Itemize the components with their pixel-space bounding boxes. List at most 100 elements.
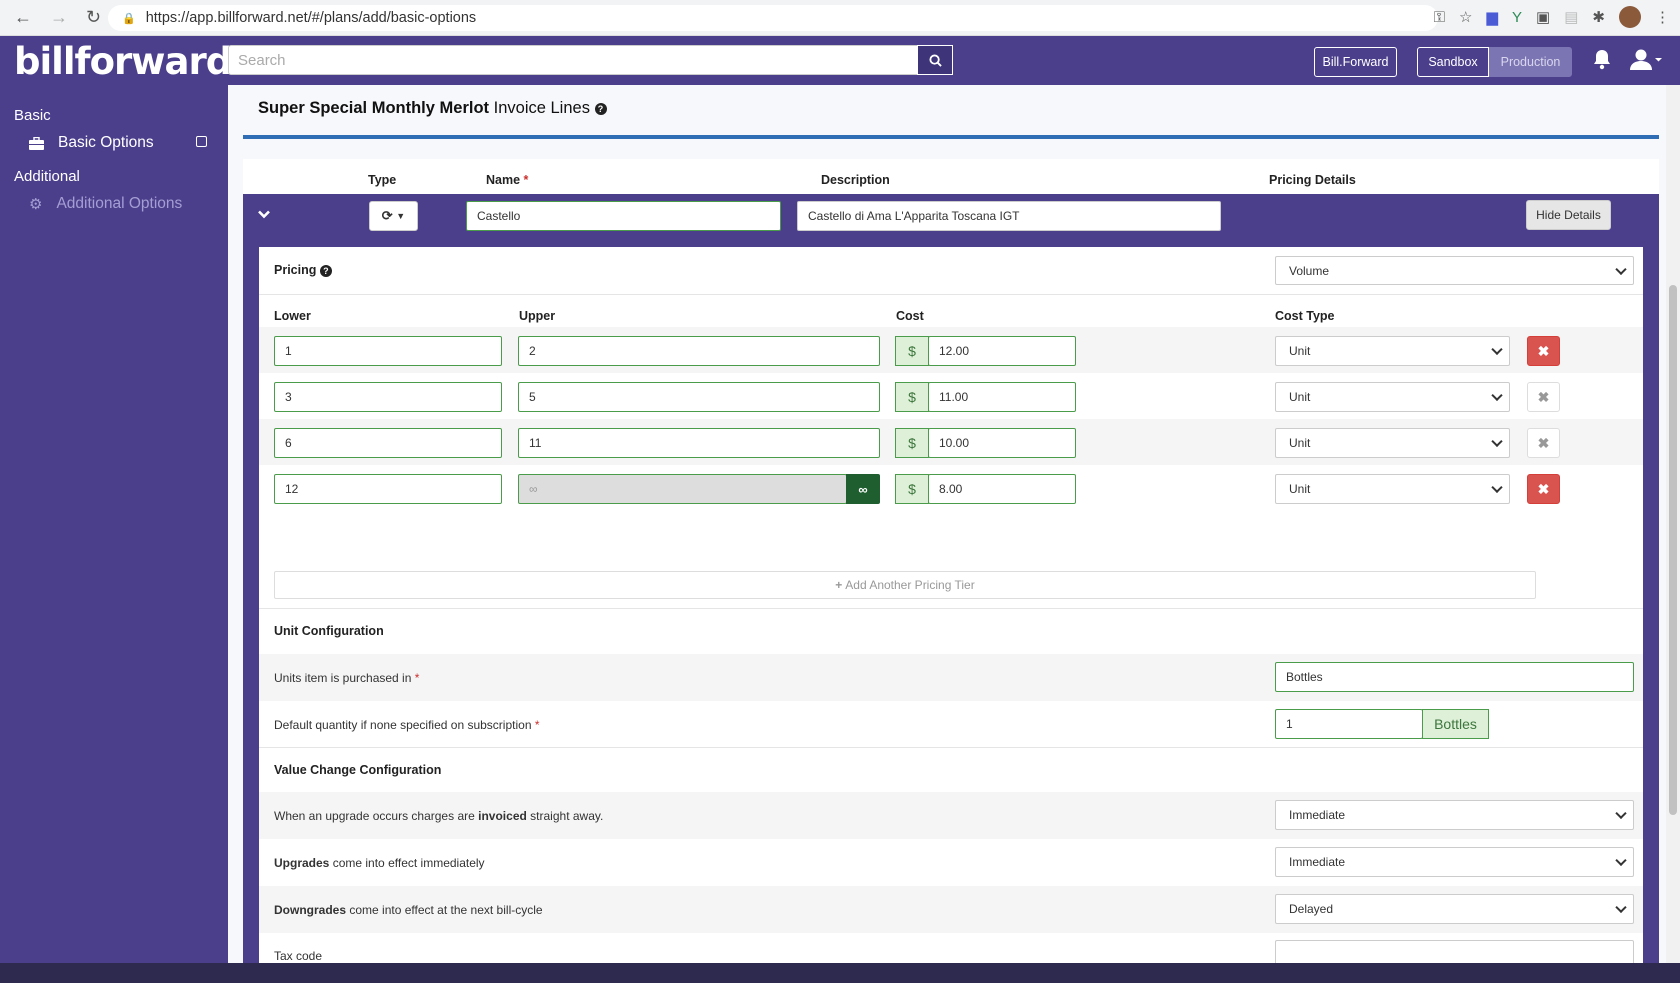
production-button[interactable]: Production [1489, 47, 1572, 77]
forward-icon[interactable]: → [50, 7, 68, 28]
sidebar-item-basic-options[interactable]: Basic Options [29, 134, 154, 152]
account-button[interactable]: Bill.Forward [1314, 47, 1397, 77]
tier-upper-input[interactable]: 11 [518, 428, 880, 458]
url-text: https://app.billforward.net/#/plans/add/… [145, 10, 477, 26]
quantity-unit-addon: Bottles [1422, 709, 1489, 739]
pricing-label-text: Pricing [274, 263, 317, 277]
sidebar-heading-basic: Basic [14, 107, 51, 124]
add-tier-label: Add Another Pricing Tier [845, 578, 975, 592]
label-bold: invoiced [478, 809, 527, 823]
tier-lower-input[interactable]: 6 [274, 428, 502, 458]
table-header [243, 159, 1659, 194]
delete-tier-button[interactable]: ✖ [1527, 336, 1560, 366]
column-header-name: Name * [486, 173, 529, 187]
plus-icon: + [835, 578, 843, 592]
column-header-label: Name [486, 173, 521, 187]
label-text: straight away. [530, 809, 604, 823]
tier-cost-input[interactable]: 12.00 [928, 336, 1076, 366]
value-change-heading: Value Change Configuration [274, 763, 442, 777]
close-icon: ✖ [1537, 434, 1550, 451]
help-icon[interactable]: ? [594, 102, 607, 115]
profile-avatar[interactable] [1619, 6, 1641, 28]
reload-icon[interactable]: ↻ [86, 7, 101, 28]
back-icon[interactable]: ← [14, 7, 32, 28]
tier-lower-input[interactable]: 3 [274, 382, 502, 412]
caret-down-icon: ▼ [396, 211, 406, 221]
user-menu-icon[interactable] [1630, 48, 1664, 76]
close-icon: ✖ [1537, 342, 1550, 359]
divider [259, 294, 1643, 295]
upgrades-label: Upgrades come into effect immediately [274, 856, 485, 870]
upgrade-invoice-select[interactable]: Immediate [1275, 800, 1634, 830]
scrollbar-thumb[interactable] [1669, 285, 1677, 815]
line-name-input[interactable]: Castello [466, 201, 781, 231]
tax-code-input[interactable] [1275, 940, 1634, 963]
puzzle-icon[interactable]: ✱ [1592, 8, 1605, 26]
sidebar-item-additional-options[interactable]: ⚙ Additional Options [29, 195, 182, 213]
search-button[interactable] [917, 45, 953, 75]
address-bar[interactable]: 🔒 https://app.billforward.net/#/plans/ad… [108, 5, 1438, 31]
scrollbar[interactable] [1666, 85, 1680, 963]
tier-lower-input[interactable]: 1 [274, 336, 502, 366]
tax-code-label: Tax code [274, 949, 323, 963]
menu-dots-icon[interactable]: ⋮ [1655, 8, 1670, 26]
lock-icon: 🔒 [122, 12, 136, 25]
delete-tier-button[interactable]: ✖ [1527, 474, 1560, 504]
bell-icon[interactable] [1592, 48, 1612, 76]
units-input[interactable]: Bottles [1275, 662, 1634, 692]
tier-cost-type-select[interactable]: Unit [1275, 428, 1510, 458]
tier-header-cost: Cost [896, 309, 924, 323]
delete-tier-button[interactable]: ✖ [1527, 428, 1560, 458]
extension-icon[interactable]: ▤ [1564, 8, 1578, 26]
units-label-text: Units item is purchased in [274, 671, 412, 685]
column-header-pricing-details: Pricing Details [1269, 173, 1356, 187]
hide-details-button[interactable]: Hide Details [1526, 200, 1611, 230]
downgrades-select[interactable]: Delayed [1275, 894, 1634, 924]
pricing-model-select[interactable]: Volume [1275, 256, 1634, 285]
default-quantity-input[interactable]: 1 [1275, 709, 1423, 739]
upgrades-select[interactable]: Immediate [1275, 847, 1634, 877]
extension-icon[interactable]: Y [1512, 9, 1522, 26]
tier-header-cost-type: Cost Type [1275, 309, 1335, 323]
tier-lower-input[interactable]: 12 [274, 474, 502, 504]
pricing-label: Pricing ? [274, 263, 332, 277]
unit-config-heading: Unit Configuration [274, 624, 384, 638]
extension-icon[interactable]: ▣ [1536, 8, 1550, 26]
tier-cost-input[interactable]: 10.00 [928, 428, 1076, 458]
column-header-description: Description [821, 173, 890, 187]
delete-tier-button[interactable]: ✖ [1527, 382, 1560, 412]
key-icon[interactable]: ⚿ [1434, 9, 1445, 26]
checkbox-icon[interactable] [196, 136, 207, 147]
page-title-suffix: Invoice Lines [493, 99, 590, 117]
line-description-input[interactable]: Castello di Ama L'Apparita Toscana IGT [797, 201, 1221, 231]
tier-upper-input[interactable]: 2 [518, 336, 880, 366]
label-text: come into effect at the next bill-cycle [349, 903, 543, 917]
currency-addon: $ [895, 382, 929, 412]
browser-toolbar: ← → ↻ 🔒 https://app.billforward.net/#/pl… [0, 0, 1680, 36]
label-text: When an upgrade occurs charges are [274, 809, 475, 823]
chevron-down-icon[interactable] [258, 206, 270, 222]
tier-cost-input[interactable]: 8.00 [928, 474, 1076, 504]
add-pricing-tier-button[interactable]: + Add Another Pricing Tier [274, 571, 1536, 599]
star-icon[interactable]: ☆ [1459, 8, 1472, 26]
label-text: come into effect immediately [332, 856, 485, 870]
tier-cost-type-select[interactable]: Unit [1275, 336, 1510, 366]
type-dropdown-button[interactable]: ⟳ ▼ [369, 201, 418, 231]
sandbox-button[interactable]: Sandbox [1417, 47, 1489, 77]
currency-addon: $ [895, 474, 929, 504]
default-quantity-label-text: Default quantity if none specified on su… [274, 718, 532, 732]
logo[interactable]: billforward [14, 40, 232, 83]
extension-icon[interactable]: ▆ [1486, 8, 1498, 26]
help-icon[interactable]: ? [319, 264, 332, 277]
divider [259, 608, 1643, 609]
tier-upper-input: ∞ [518, 474, 847, 504]
currency-addon: $ [895, 336, 929, 366]
search-icon [928, 53, 942, 67]
infinity-toggle-button[interactable]: ∞ [846, 474, 880, 504]
tier-upper-input[interactable]: 5 [518, 382, 880, 412]
divider [259, 747, 1643, 748]
tier-cost-input[interactable]: 11.00 [928, 382, 1076, 412]
search-input[interactable]: Search [228, 45, 918, 75]
tier-cost-type-select[interactable]: Unit [1275, 474, 1510, 504]
tier-cost-type-select[interactable]: Unit [1275, 382, 1510, 412]
